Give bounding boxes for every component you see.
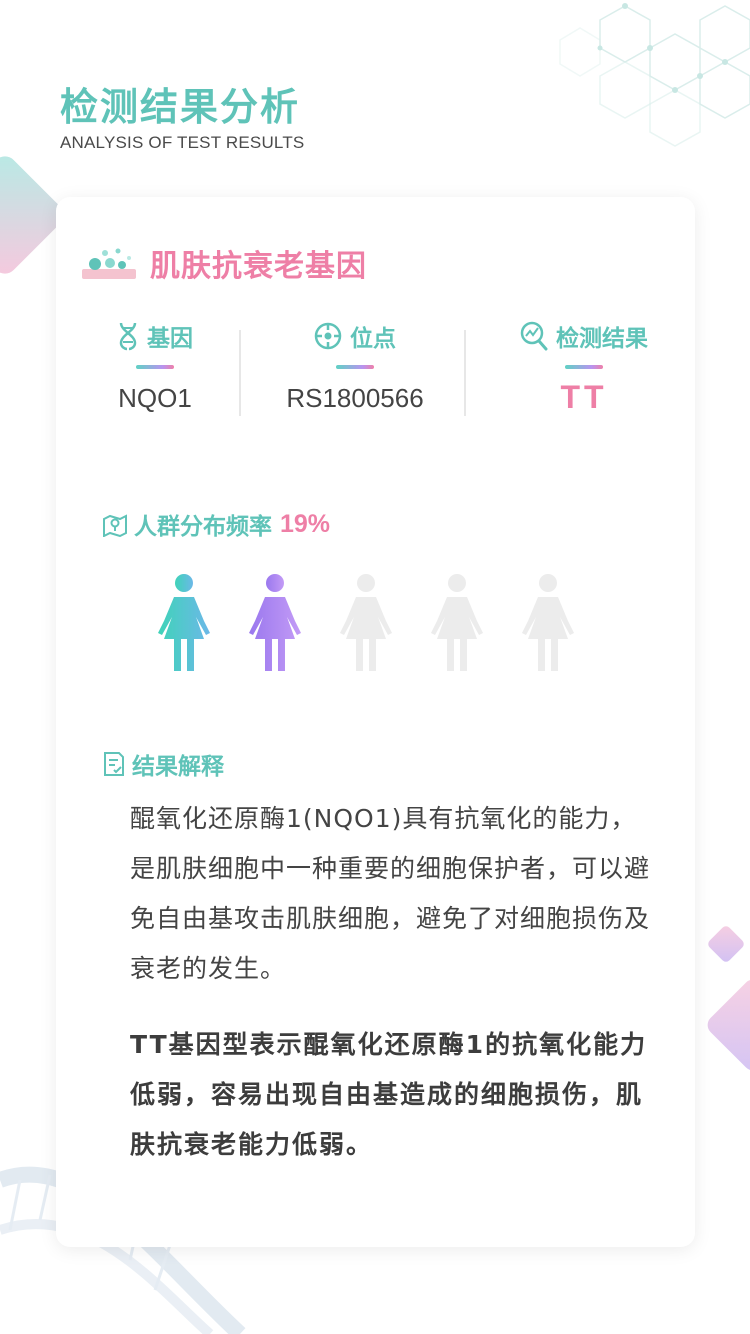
skin-cells-icon [82, 248, 136, 279]
document-check-icon [104, 752, 124, 776]
result-label: 检测结果 [556, 326, 648, 352]
locus-value: RS1800566 [286, 383, 424, 413]
column-divider [239, 330, 241, 416]
person-highlighted-icon [156, 573, 212, 675]
population-icons [156, 573, 611, 675]
map-pin-icon [103, 514, 127, 537]
result-column: 检测结果 TT [494, 319, 674, 416]
frequency-value: 19% [280, 509, 331, 538]
person-grey-icon [338, 573, 394, 675]
gene-value: NQO1 [118, 383, 192, 413]
frequency-label: 人群分布频率 [134, 514, 272, 540]
result-value: TT [560, 379, 608, 415]
dna-icon [119, 322, 137, 351]
frequency-header: 人群分布频率 19% [102, 507, 330, 541]
target-icon [314, 322, 342, 350]
search-chart-icon [520, 321, 548, 351]
person-grey-icon [429, 573, 485, 675]
locus-label: 位点 [350, 326, 396, 352]
label-underline [565, 365, 603, 369]
locus-column: 位点 RS1800566 [265, 319, 445, 414]
column-divider [464, 330, 466, 416]
person-grey-icon [520, 573, 576, 675]
section-title: 肌肤抗衰老基因 [150, 249, 367, 284]
section-header: 肌肤抗衰老基因 [82, 241, 367, 285]
explanation-header: 结果解释 [102, 747, 224, 781]
result-card: 肌肤抗衰老基因 基因 NQO1 位点 RS1800566 检测结果 TT 人群分… [56, 197, 695, 1247]
explanation-label: 结果解释 [132, 754, 224, 780]
person-highlighted-icon [247, 573, 303, 675]
page-title: 检测结果分析 [60, 85, 301, 129]
page-subtitle: ANALYSIS OF TEST RESULTS [60, 133, 305, 152]
label-underline [336, 365, 374, 369]
explanation-paragraph: 醌氧化还原酶1(NQO1)具有抗氧化的能力，是肌肤细胞中一种重要的细胞保护者，可… [130, 804, 651, 983]
conclusion-paragraph: TT基因型表示醌氧化还原酶1的抗氧化能力低弱，容易出现自由基造成的细胞损伤，肌肤… [130, 1030, 648, 1159]
gene-label: 基因 [147, 326, 193, 352]
gene-column: 基因 NQO1 [65, 319, 245, 414]
label-underline [136, 365, 174, 369]
